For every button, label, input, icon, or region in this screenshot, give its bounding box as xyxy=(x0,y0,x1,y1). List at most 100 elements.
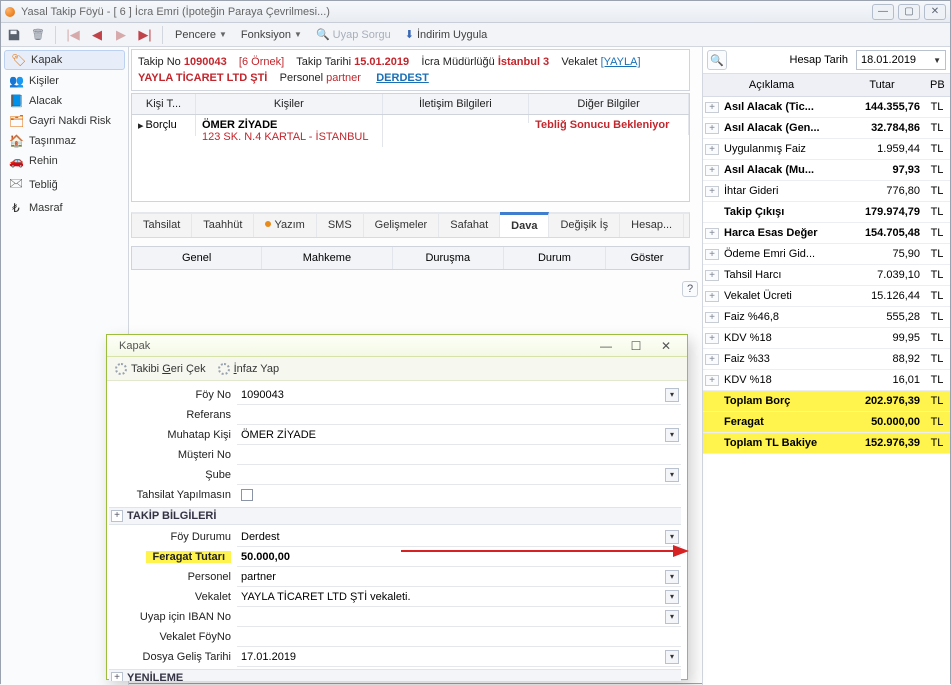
close-button[interactable]: ✕ xyxy=(924,4,946,20)
right-grid-row[interactable]: +Toplam TL Bakiye152.976,39TL xyxy=(703,433,950,454)
sidebar-item-tasinmaz[interactable]: 🏠 Taşınmaz xyxy=(1,131,128,151)
tab-yazim[interactable]: Yazım xyxy=(254,214,316,237)
pencere-menu[interactable]: Pencere▼ xyxy=(169,25,233,45)
expand-icon[interactable]: + xyxy=(111,672,123,681)
expand-icon[interactable]: + xyxy=(111,510,123,522)
expand-icon[interactable]: + xyxy=(705,375,719,386)
dialog-maximize-button[interactable]: ☐ xyxy=(621,339,651,353)
col-tutar[interactable]: Tutar xyxy=(840,74,924,96)
chevron-down-icon[interactable]: ▾ xyxy=(665,570,679,584)
section-yenileme[interactable]: + YENİLEME xyxy=(109,669,681,681)
nav-first-button[interactable]: |◀ xyxy=(62,25,84,45)
right-grid-row[interactable]: +KDV %1899,95TL xyxy=(703,328,950,349)
col-goster[interactable]: Göster xyxy=(606,247,689,269)
foy-durumu-input[interactable]: Derdest▾ xyxy=(237,528,681,547)
col-kisi-t[interactable]: Kişi T... xyxy=(132,94,196,114)
tahsilat-yapilmasin-checkbox[interactable] xyxy=(241,489,253,501)
search-button[interactable]: 🔍 xyxy=(707,50,727,70)
col-pb[interactable]: PB xyxy=(924,74,950,96)
tab-tahsilat[interactable]: Tahsilat xyxy=(132,214,192,237)
right-grid-row[interactable]: +Toplam Borç202.976,39TL xyxy=(703,391,950,412)
dialog-minimize-button[interactable]: — xyxy=(591,339,621,353)
maximize-button[interactable]: ▢ xyxy=(898,4,920,20)
indirim-button[interactable]: ⬇ İndirim Uygula xyxy=(399,25,494,45)
foy-no-input[interactable]: 1090043▾ xyxy=(237,386,681,405)
gelis-tarihi-input[interactable]: 17.01.2019▾ xyxy=(237,648,681,667)
sidebar-item-kapak[interactable]: 🏷 Kapak xyxy=(4,50,125,70)
sube-input[interactable]: ▾ xyxy=(237,466,681,485)
delete-button[interactable]: 🗑 xyxy=(27,25,49,45)
section-takip-bilgileri[interactable]: + TAKİP BİLGİLERİ xyxy=(109,507,681,525)
chevron-down-icon[interactable]: ▾ xyxy=(665,610,679,624)
col-durusma[interactable]: Duruşma xyxy=(393,247,504,269)
vekalet-input[interactable]: YAYLA TİCARET LTD ŞTİ vekaleti.▾ xyxy=(237,588,681,607)
sidebar-item-teblig[interactable]: 🖂 Tebliğ xyxy=(1,171,128,198)
expand-icon[interactable]: + xyxy=(705,354,719,365)
right-grid-row[interactable]: +Asıl Alacak (Gen...32.784,86TL xyxy=(703,118,950,139)
sidebar-item-masraf[interactable]: ₺ Masraf xyxy=(1,198,128,218)
takibi-geri-cek-button[interactable]: Takibi Geri Çek xyxy=(115,363,206,375)
tab-gelismeler[interactable]: Gelişmeler xyxy=(364,214,440,237)
fonksiyon-menu[interactable]: Fonksiyon▼ xyxy=(235,25,308,45)
tab-taahhut[interactable]: Taahhüt xyxy=(192,214,254,237)
tab-sms[interactable]: SMS xyxy=(317,214,364,237)
iban-input[interactable]: ▾ xyxy=(237,608,681,627)
sidebar-item-kisiler[interactable]: 👥 Kişiler xyxy=(1,71,128,91)
expand-icon[interactable]: + xyxy=(705,186,719,197)
nav-prev-button[interactable]: ◀ xyxy=(86,25,108,45)
vekalet-link[interactable]: [YAYLA] xyxy=(601,56,641,68)
right-grid-row[interactable]: +Asıl Alacak (Tic...144.355,76TL xyxy=(703,97,950,118)
col-diger[interactable]: Diğer Bilgiler xyxy=(529,94,689,114)
expand-icon[interactable]: + xyxy=(705,333,719,344)
muhatap-input[interactable]: ÖMER ZİYADE▾ xyxy=(237,426,681,445)
right-grid-row[interactable]: +Harca Esas Değer154.705,48TL xyxy=(703,223,950,244)
expand-icon[interactable]: + xyxy=(705,102,719,113)
expand-icon[interactable]: + xyxy=(705,228,719,239)
right-grid-row[interactable]: +İhtar Gideri776,80TL xyxy=(703,181,950,202)
minimize-button[interactable]: — xyxy=(872,4,894,20)
infaz-yap-button[interactable]: İnfaz Yap xyxy=(218,363,279,375)
right-grid-row[interactable]: +Vekalet Ücreti15.126,44TL xyxy=(703,286,950,307)
col-mahkeme[interactable]: Mahkeme xyxy=(262,247,392,269)
help-button[interactable]: ? xyxy=(682,281,698,297)
right-grid-row[interactable]: +Feragat50.000,00TL xyxy=(703,412,950,433)
vekalet-foyno-input[interactable] xyxy=(237,628,681,647)
tab-dava[interactable]: Dava xyxy=(500,212,549,237)
col-durum[interactable]: Durum xyxy=(504,247,606,269)
dialog-close-button[interactable]: ✕ xyxy=(651,339,681,353)
expand-icon[interactable]: + xyxy=(705,144,719,155)
right-grid-row[interactable]: +Faiz %3388,92TL xyxy=(703,349,950,370)
right-grid-row[interactable]: +Faiz %46,8555,28TL xyxy=(703,307,950,328)
feragat-input[interactable]: 50.000,00 xyxy=(237,548,681,567)
sidebar-item-risk[interactable]: 🗂 Gayri Nakdi Risk xyxy=(1,111,128,131)
expand-icon[interactable]: + xyxy=(705,165,719,176)
expand-icon[interactable]: + xyxy=(705,270,719,281)
nav-next-button[interactable]: ▶ xyxy=(110,25,132,45)
right-grid-row[interactable]: +Tahsil Harcı7.039,10TL xyxy=(703,265,950,286)
chevron-down-icon[interactable]: ▾ xyxy=(665,530,679,544)
people-grid-row[interactable]: ▸Borçlu ÖMER ZİYADE 123 SK. N.4 KARTAL -… xyxy=(132,115,689,147)
right-grid-row[interactable]: +Ödeme Emri Gid...75,90TL xyxy=(703,244,950,265)
save-button[interactable] xyxy=(3,25,25,45)
chevron-down-icon[interactable]: ▾ xyxy=(665,428,679,442)
personel-input[interactable]: partner▾ xyxy=(237,568,681,587)
nav-last-button[interactable]: ▶| xyxy=(134,25,156,45)
tab-hesap[interactable]: Hesap... xyxy=(620,214,684,237)
right-grid-row[interactable]: +Uygulanmış Faiz1.959,44TL xyxy=(703,139,950,160)
referans-input[interactable] xyxy=(237,406,681,425)
chevron-down-icon[interactable]: ▾ xyxy=(665,468,679,482)
col-aciklama[interactable]: Açıklama xyxy=(703,74,840,96)
expand-icon[interactable]: + xyxy=(705,249,719,260)
musteri-input[interactable] xyxy=(237,446,681,465)
col-kisiler[interactable]: Kişiler xyxy=(196,94,383,114)
chevron-down-icon[interactable]: ▾ xyxy=(665,388,679,402)
col-genel[interactable]: Genel xyxy=(132,247,262,269)
tab-safahat[interactable]: Safahat xyxy=(439,214,500,237)
tab-degisik[interactable]: Değişik İş xyxy=(549,214,620,237)
expand-icon[interactable]: + xyxy=(705,312,719,323)
expand-icon[interactable]: + xyxy=(705,291,719,302)
chevron-down-icon[interactable]: ▾ xyxy=(665,650,679,664)
right-grid-row[interactable]: +KDV %1816,01TL xyxy=(703,370,950,391)
expand-icon[interactable]: + xyxy=(705,123,719,134)
chevron-down-icon[interactable]: ▾ xyxy=(665,590,679,604)
